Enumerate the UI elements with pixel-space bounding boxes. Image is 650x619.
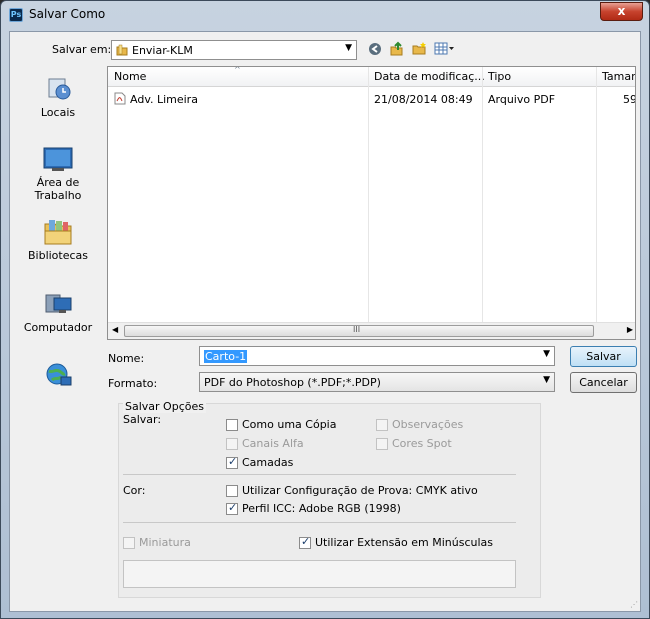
column-header-date[interactable]: Data de modificaç... — [374, 70, 485, 83]
file-size: 59 — [623, 93, 636, 106]
checkbox-box — [226, 437, 238, 450]
place-computer[interactable]: Computador — [16, 290, 100, 334]
place-recent[interactable]: Locais — [16, 75, 100, 119]
checkbox-box — [226, 484, 238, 497]
column-divider[interactable] — [368, 67, 369, 339]
color-section-label: Cor: — [123, 484, 146, 497]
chevron-down-icon: ▼ — [345, 43, 352, 53]
checkbox-label: Como uma Cópia — [242, 418, 337, 431]
checkbox-label: Perfil ICC: Adobe RGB (1998) — [242, 502, 401, 515]
column-header-name[interactable]: Nome — [114, 70, 146, 83]
layers-checkbox[interactable]: Camadas — [226, 455, 294, 469]
save-in-label: Salvar em: — [52, 43, 112, 56]
filename-input[interactable]: Carto-1 ▼ — [199, 346, 555, 366]
dialog-body: Salvar em: Enviar-KLM ▼ Locais Área de T… — [9, 31, 641, 612]
scroll-right-icon[interactable]: ▶ — [627, 325, 633, 334]
checkbox-box — [226, 418, 238, 431]
column-header-type[interactable]: Tipo — [488, 70, 511, 83]
save-in-dropdown[interactable]: Enviar-KLM ▼ — [111, 40, 357, 60]
column-divider[interactable] — [596, 67, 597, 339]
column-divider[interactable] — [482, 67, 483, 339]
checkbox-box — [376, 437, 388, 450]
lowercase-extension-checkbox[interactable]: Utilizar Extensão em Minúsculas — [299, 535, 494, 549]
filename-label: Nome: — [108, 352, 145, 365]
save-section-label: Salvar: — [123, 413, 162, 426]
place-network[interactable] — [16, 361, 100, 392]
file-name: Adv. Limeira — [130, 93, 198, 106]
checkbox-label: Cores Spot — [392, 437, 452, 450]
place-label: Computador — [23, 321, 93, 334]
format-dropdown[interactable]: PDF do Photoshop (*.PDF;*.PDP) ▼ — [199, 372, 555, 392]
title-bar[interactable]: Ps Salvar Como x — [1, 1, 649, 29]
scroll-left-icon[interactable]: ◀ — [112, 325, 118, 334]
chevron-down-icon: ▼ — [543, 375, 550, 385]
checkbox-label: Canais Alfa — [242, 437, 304, 450]
file-date: 21/08/2014 08:49 — [374, 93, 473, 106]
place-label: Bibliotecas — [27, 249, 89, 262]
checkbox-box — [299, 535, 311, 549]
alpha-channels-checkbox: Canais Alfa — [226, 437, 304, 450]
place-libraries[interactable]: Bibliotecas — [16, 218, 100, 262]
grip-icon: III — [353, 325, 361, 334]
thumbnail-checkbox: Miniatura — [123, 536, 191, 549]
notes-checkbox: Observações — [376, 418, 463, 431]
place-desktop[interactable]: Área de Trabalho — [16, 145, 100, 202]
divider — [123, 474, 516, 475]
checkbox-box — [123, 536, 135, 549]
save-options-title: Salvar Opções — [123, 400, 206, 413]
pdf-file-icon — [114, 92, 126, 105]
checkbox-label: Utilizar Configuração de Prova: CMYK ati… — [242, 484, 478, 497]
libraries-icon — [43, 218, 73, 246]
as-copy-checkbox[interactable]: Como uma Cópia — [226, 418, 336, 431]
desktop-icon — [43, 145, 73, 173]
photoshop-logo-icon: Ps — [9, 8, 23, 22]
horizontal-scrollbar[interactable]: ◀ III ▶ — [108, 322, 635, 339]
checkbox-label: Camadas — [242, 456, 294, 469]
back-icon[interactable] — [368, 42, 382, 56]
chevron-down-icon: ▼ — [543, 349, 550, 359]
checkbox-label: Observações — [392, 418, 464, 431]
checkbox-box — [376, 418, 388, 431]
network-globe-icon — [43, 361, 73, 389]
file-type: Arquivo PDF — [488, 93, 556, 106]
filename-value: Carto-1 — [204, 350, 248, 363]
up-folder-icon[interactable] — [389, 41, 404, 56]
folder-icon — [116, 44, 128, 56]
save-as-dialog: Ps Salvar Como x Salvar em: Enviar-KLM ▼ — [0, 0, 650, 619]
column-header-size[interactable]: Tamanh — [602, 70, 635, 83]
new-folder-icon[interactable] — [412, 41, 427, 56]
save-button[interactable]: Salvar — [570, 346, 637, 367]
cancel-button[interactable]: Cancelar — [570, 372, 637, 393]
recent-places-icon — [43, 75, 73, 103]
warning-message-area — [123, 560, 516, 588]
places-bar: Locais Área de Trabalho Bibliotecas Comp… — [16, 65, 100, 405]
divider — [123, 522, 516, 523]
format-label: Formato: — [108, 377, 158, 390]
file-list[interactable]: Nome ^ Data de modificaç... Tipo Tamanh … — [107, 66, 636, 340]
checkbox-label: Miniatura — [139, 536, 191, 549]
place-label: Área de Trabalho — [34, 176, 82, 202]
proof-setup-checkbox[interactable]: Utilizar Configuração de Prova: CMYK ati… — [226, 484, 478, 497]
view-menu-icon[interactable] — [434, 41, 456, 56]
spot-colors-checkbox: Cores Spot — [376, 437, 452, 450]
scrollbar-thumb[interactable]: III — [124, 325, 594, 337]
sort-ascending-icon: ^ — [234, 66, 241, 74]
close-button[interactable]: x — [600, 2, 643, 21]
checkbox-box — [226, 455, 238, 469]
computer-icon — [43, 290, 73, 318]
checkbox-label: Utilizar Extensão em Minúsculas — [315, 536, 494, 549]
resize-grip-icon[interactable]: ⋰ — [630, 600, 638, 609]
icc-profile-checkbox[interactable]: Perfil ICC: Adobe RGB (1998) — [226, 501, 401, 515]
file-list-header: Nome ^ Data de modificaç... Tipo Tamanh — [108, 66, 635, 87]
format-value: PDF do Photoshop (*.PDF;*.PDP) — [204, 376, 381, 389]
save-in-value: Enviar-KLM — [132, 44, 193, 57]
place-label: Locais — [40, 106, 76, 119]
window-title: Salvar Como — [29, 7, 106, 21]
checkbox-box — [226, 501, 238, 515]
